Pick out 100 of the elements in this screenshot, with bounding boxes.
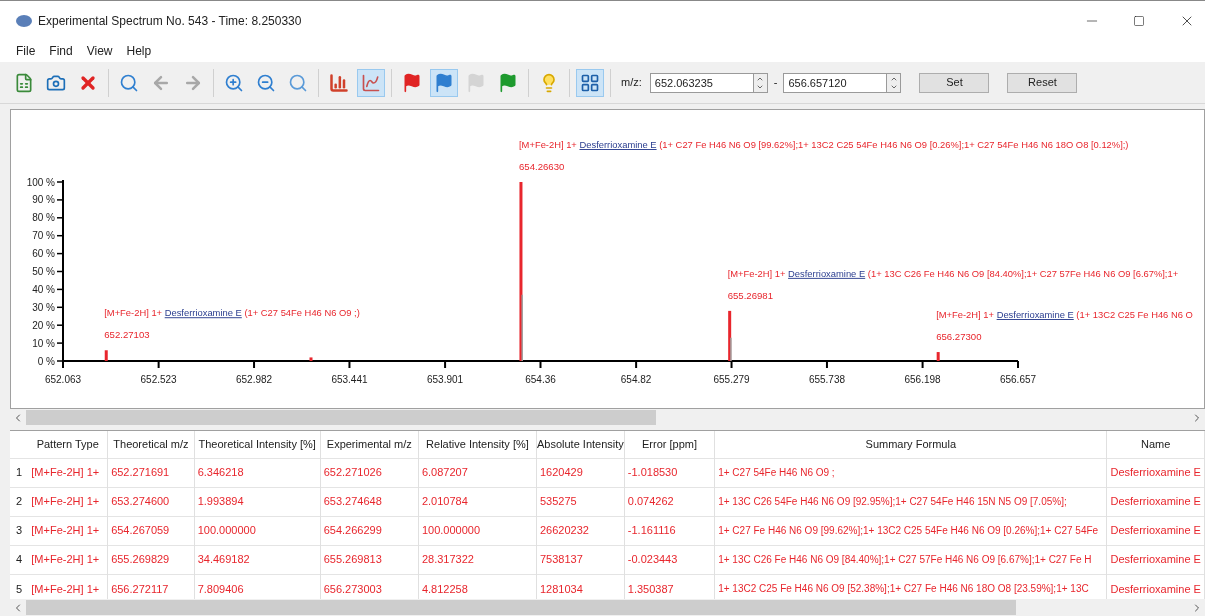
column-header[interactable]: Theoretical Intensity [%] (194, 431, 321, 458)
range-label: m/z: (621, 75, 642, 91)
column-header[interactable]: Theoretical m/z (107, 431, 195, 458)
column-header[interactable]: Relative Intensity [%] (418, 431, 537, 458)
action-button[interactable]: Set (919, 72, 990, 93)
column-header[interactable]: Name (1106, 431, 1205, 458)
peak-mz-label: 656.27300 (936, 331, 982, 343)
menu-item[interactable]: Find (49, 42, 73, 60)
table-cell: 1+ C27 54Fe H46 N6 O9 ; (714, 458, 1107, 487)
table-cell: Desferrioxamine E (1106, 487, 1205, 516)
x-tick-label: 656.657 (999, 374, 1037, 385)
scrollbar-thumb[interactable] (26, 600, 1016, 615)
peak-label: [M+Fe-2H] 1+ Desferrioxamine E (1+ 13C C26 Fe H46 N6 O9 [84.40%];1+ C27 57Fe H46 N6 O9 [6.67%];1+ (727, 267, 1179, 279)
magnifier-icon (288, 72, 308, 93)
maximize-icon[interactable] (1133, 14, 1145, 27)
table-cell: 535275 (536, 487, 625, 516)
column-header[interactable]: Summary Formula (714, 431, 1107, 458)
table-cell: 28.317322 (418, 545, 537, 574)
compound-link[interactable]: Desferrioxamine E (164, 307, 242, 319)
menu-item[interactable]: Help (126, 42, 152, 60)
row-number[interactable]: 5 (10, 574, 29, 599)
zoom-in-icon (224, 72, 244, 93)
table-cell: [M+Fe-2H] 1+ (28, 545, 108, 574)
x-tick-label: 652.063 (44, 374, 82, 385)
table-cell: 652.271691 (107, 458, 195, 487)
row-number[interactable]: 3 (10, 516, 29, 545)
zoom-out-icon (256, 72, 276, 93)
toolbar-button[interactable] (430, 68, 458, 97)
table-cell: 1.993894 (194, 487, 321, 516)
action-button[interactable]: Reset (1007, 72, 1078, 93)
y-tick-label: 20 % (32, 319, 55, 331)
table-cell: 653.274648 (320, 487, 419, 516)
peak-mz-label: 654.26630 (519, 161, 565, 172)
column-header[interactable]: Pattern Type (28, 431, 108, 458)
spin-buttons[interactable] (887, 72, 902, 93)
table-cell: Desferrioxamine E (1106, 516, 1205, 545)
toolbar-button[interactable] (357, 68, 385, 97)
table-cell: 100.000000 (418, 516, 537, 545)
row-number[interactable]: 4 (10, 545, 29, 574)
y-tick-label: 60 % (32, 248, 55, 260)
compound-link[interactable]: Desferrioxamine E (788, 267, 866, 279)
peak-mz-label: 652.27103 (104, 329, 150, 341)
toolbar-button[interactable] (576, 68, 604, 97)
flag-icon (466, 72, 486, 93)
table-cell: 0.074262 (624, 487, 715, 516)
table-cell: 654.267059 (107, 516, 195, 545)
table-cell: 34.469182 (194, 545, 321, 574)
column-header[interactable]: Experimental m/z (320, 431, 419, 458)
compound-link[interactable]: Desferrioxamine E (996, 309, 1074, 321)
menu-item[interactable]: View (86, 42, 113, 60)
table-cell: 1+ 13C C26 Fe H46 N6 O9 [84.40%];1+ C27 57Fe H46 N6 O9 [6.67%];1+ C27 Fe H (714, 545, 1107, 574)
y-tick-label: 50 % (32, 266, 55, 277)
peak-label: [M+Fe-2H] 1+ Desferrioxamine E (1+ C27 Fe H46 N6 O9 [99.62%];1+ 13C2 C25 54Fe H46 N6 O9 [0.26%];1+ C27 54Fe H46 N6 18O O8 [0.12%];) (519, 139, 1129, 150)
column-header[interactable]: Absolute Intensity (536, 431, 625, 458)
table-cell: -1.018530 (624, 458, 715, 487)
line-chart-icon (361, 72, 381, 93)
y-tick-label: 0 % (37, 355, 55, 367)
flag-icon (402, 72, 422, 93)
row-number[interactable]: 2 (10, 487, 29, 516)
y-tick-label: 30 % (32, 301, 55, 313)
table-cell: 1+ 13C C26 54Fe H46 N6 O9 [92.95%];1+ C27 54Fe H46 15N N5 O9 [7.05%]; (714, 487, 1107, 516)
x-tick-label: 653.901 (427, 374, 464, 385)
menu-item[interactable]: File (16, 42, 36, 60)
spreadsheet-file-icon (14, 72, 34, 93)
row-number[interactable]: 1 (10, 458, 29, 487)
y-tick-label: 70 % (32, 230, 55, 242)
peak-label: [M+Fe-2H] 1+ Desferrioxamine E (1+ 13C2 C25 Fe H46 N6 O (936, 309, 1193, 321)
column-header[interactable]: Error [ppm] (624, 431, 715, 458)
y-tick-label: 10 % (32, 337, 55, 349)
scrollbar-thumb[interactable] (26, 410, 656, 425)
table-cell: Desferrioxamine E (1106, 545, 1205, 574)
table-cell: [M+Fe-2H] 1+ (28, 458, 108, 487)
table-cell: Desferrioxamine E (1106, 458, 1205, 487)
window-title: Experimental Spectrum No. 543 - Time: 8.250330 (38, 12, 303, 30)
table-cell: -1.161116 (624, 516, 715, 545)
table-cell: [M+Fe-2H] 1+ (28, 516, 108, 545)
table-cell: 655.269813 (320, 545, 419, 574)
range-separator: - (773, 75, 778, 91)
table-cell: [M+Fe-2H] 1+ (28, 487, 108, 516)
x-tick-label: 654.82 (620, 374, 652, 385)
x-tick-label: 654.36 (525, 374, 556, 385)
table-cell: 1+ C27 Fe H46 N6 O9 [99.62%];1+ 13C2 C25 54Fe H46 N6 O9 [0.26%];1+ C27 54Fe (714, 516, 1107, 545)
table-cell: 654.266299 (320, 516, 419, 545)
y-tick-label: 100 % (26, 176, 55, 188)
table-cell: 6.346218 (194, 458, 321, 487)
table-cell: 100.000000 (194, 516, 321, 545)
table-cell: 653.274600 (107, 487, 195, 516)
peak-bar (104, 350, 108, 361)
table-cell: 2.010784 (418, 487, 537, 516)
compound-link[interactable]: Desferrioxamine E (579, 139, 657, 150)
peak-mz-label: 655.26981 (727, 289, 773, 301)
number-field[interactable]: 652.063235 (649, 72, 754, 93)
x-tick-label: 653.441 (331, 374, 368, 385)
peak-label: [M+Fe-2H] 1+ Desferrioxamine E (1+ C27 54Fe H46 N6 O9 ;) (104, 307, 360, 319)
y-tick-label: 40 % (32, 283, 55, 295)
table-cell: 6.087207 (418, 458, 537, 487)
table-cell: 1620429 (536, 458, 625, 487)
number-field[interactable]: 656.657120 (783, 72, 888, 93)
flag-icon (434, 72, 454, 93)
bar-chart-icon (329, 72, 349, 93)
